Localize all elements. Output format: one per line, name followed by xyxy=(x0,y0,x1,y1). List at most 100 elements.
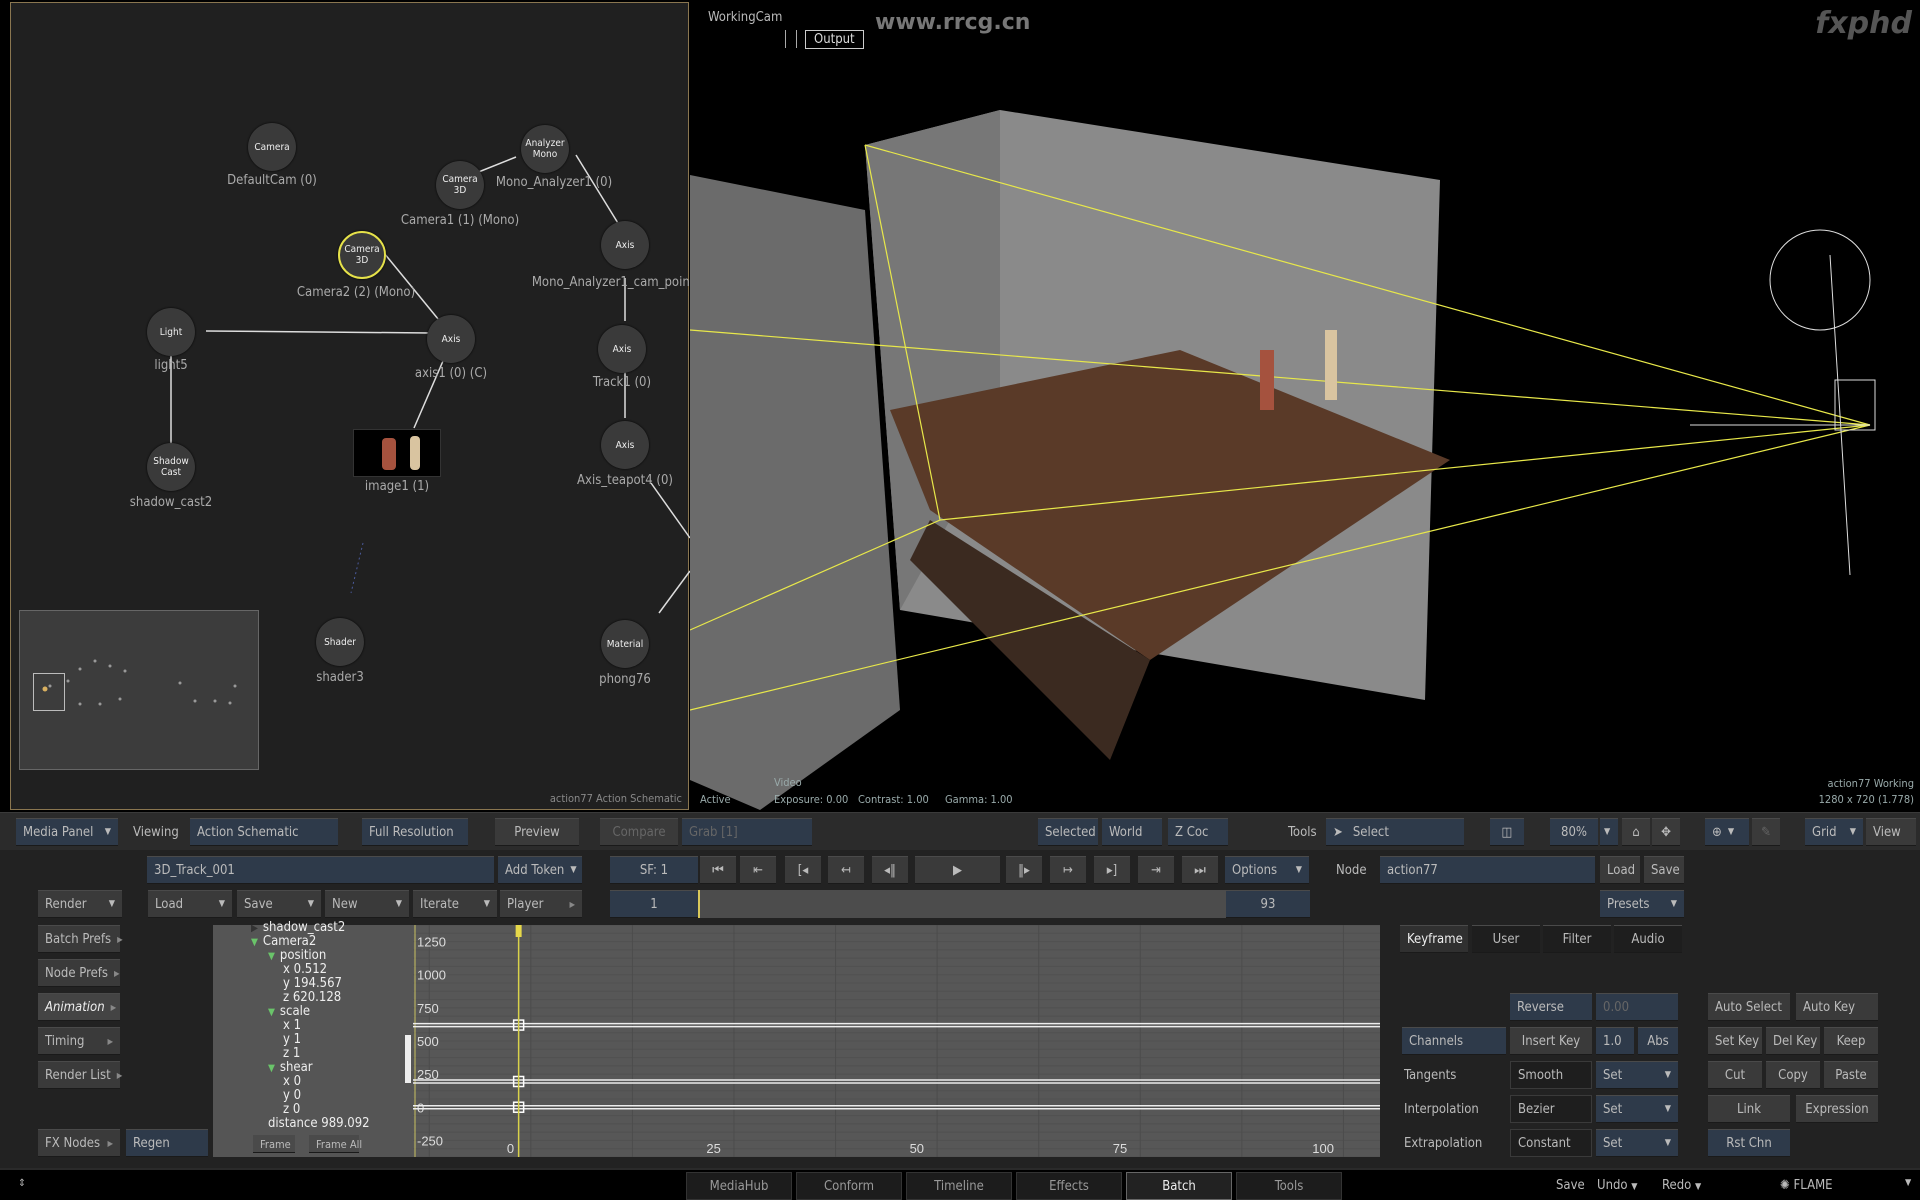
zoom-dropdown[interactable]: ▼ xyxy=(1600,818,1618,846)
app-menu-dropdown[interactable]: ▼ xyxy=(1905,1178,1911,1188)
schematic-node-track1[interactable]: Axis xyxy=(598,325,646,373)
next-key-button[interactable]: ⇥ xyxy=(1138,856,1174,884)
tab-timeline[interactable]: Timeline xyxy=(906,1172,1012,1200)
world-button[interactable]: World xyxy=(1102,818,1162,846)
goto-in-button[interactable]: [◂ xyxy=(785,856,821,884)
schematic-node-defaultcam[interactable]: Camera xyxy=(248,123,296,171)
view-button[interactable]: View xyxy=(1866,818,1916,846)
save-dropdown[interactable]: Save xyxy=(237,890,321,918)
render-dropdown[interactable]: Render xyxy=(38,890,122,918)
expression-button[interactable]: Expression xyxy=(1796,1095,1878,1123)
gizmo-dropdown[interactable]: ⊕ ▼ xyxy=(1705,818,1749,846)
full-resolution-button[interactable]: Full Resolution xyxy=(362,818,468,846)
schematic-node-camera2[interactable]: Camera 3D xyxy=(338,231,386,279)
collapse-handle-icon[interactable]: ⇕ xyxy=(18,1178,26,1189)
tab-tools[interactable]: Tools xyxy=(1236,1172,1342,1200)
schematic-node-axis-campoint[interactable]: Axis xyxy=(601,221,649,269)
channels-button[interactable]: Channels xyxy=(1402,1027,1506,1055)
grab-button[interactable]: Grab [1] xyxy=(682,818,812,846)
abs-button[interactable]: Abs xyxy=(1638,1027,1678,1055)
set-key-button[interactable]: Set Key xyxy=(1708,1027,1762,1055)
new-dropdown[interactable]: New xyxy=(325,890,409,918)
frame-scrubber[interactable] xyxy=(698,890,1226,918)
step-back-button[interactable]: ◂‖ xyxy=(872,856,908,884)
start-frame-sf-field[interactable]: SF: 1 xyxy=(610,856,698,884)
compare-button[interactable]: Compare xyxy=(600,818,678,846)
redo-button[interactable]: Redo ▼ xyxy=(1662,1178,1701,1193)
keep-button[interactable]: Keep xyxy=(1824,1027,1878,1055)
reset-channel-button[interactable]: Rst Chn xyxy=(1708,1129,1790,1157)
playhead[interactable] xyxy=(698,890,700,918)
schematic-node-shader3[interactable]: Shader xyxy=(316,618,364,666)
schematic-node-shadow-cast[interactable]: Shadow Cast xyxy=(147,443,195,491)
channel-tree-item[interactable]: x 0 xyxy=(283,1075,301,1089)
render-list-button[interactable]: Render List xyxy=(38,1061,120,1089)
preview-button[interactable]: Preview xyxy=(495,818,579,846)
channel-tree-item[interactable]: distance 989.092 xyxy=(268,1117,370,1131)
tab-user[interactable]: User xyxy=(1472,925,1540,953)
extrapolation-value[interactable]: Constant xyxy=(1510,1129,1592,1157)
node-name-field[interactable]: action77 xyxy=(1380,856,1595,884)
schematic-minimap[interactable] xyxy=(19,610,259,770)
home-button[interactable]: ⌂ xyxy=(1622,818,1650,846)
batch-prefs-button[interactable]: Batch Prefs xyxy=(38,925,120,953)
fx-nodes-button[interactable]: FX Nodes xyxy=(38,1129,120,1157)
extrapolation-set-dropdown[interactable]: Set xyxy=(1596,1129,1678,1157)
channel-tree-item[interactable]: z 620.128 xyxy=(283,991,341,1005)
node-save-button[interactable]: Save xyxy=(1644,856,1684,884)
output-button[interactable]: Output xyxy=(805,30,864,49)
undo-button[interactable]: Undo ▼ xyxy=(1597,1178,1638,1193)
tab-filter[interactable]: Filter xyxy=(1543,925,1611,953)
cut-button[interactable]: Cut xyxy=(1708,1061,1762,1089)
next-mark-button[interactable]: ↦ xyxy=(1050,856,1086,884)
expand-down-icon[interactable]: ▼ xyxy=(268,1007,275,1018)
fit-view-button[interactable]: ✥ xyxy=(1652,818,1680,846)
prev-mark-button[interactable]: ↤ xyxy=(828,856,864,884)
tab-batch[interactable]: Batch xyxy=(1126,1172,1232,1200)
reverse-button[interactable]: Reverse xyxy=(1510,993,1592,1021)
copy-button[interactable]: Copy xyxy=(1766,1061,1820,1089)
channel-tree-item[interactable]: x 1 xyxy=(283,1019,301,1033)
insert-step-field[interactable]: 1.0 xyxy=(1596,1027,1634,1055)
tangents-value[interactable]: Smooth xyxy=(1510,1061,1592,1089)
expand-down-icon[interactable]: ▼ xyxy=(268,1063,275,1074)
play-button[interactable]: ▶ xyxy=(915,856,1000,884)
paste-button[interactable]: Paste xyxy=(1824,1061,1878,1089)
grid-dropdown[interactable]: Grid xyxy=(1805,818,1863,846)
timing-button[interactable]: Timing xyxy=(38,1027,120,1055)
split-view-button[interactable]: ◫ xyxy=(1490,818,1524,846)
channel-tree-item[interactable]: x 0.512 xyxy=(283,963,327,977)
load-dropdown[interactable]: Load xyxy=(148,890,232,918)
tab-conform[interactable]: Conform xyxy=(796,1172,902,1200)
presets-dropdown[interactable]: Presets xyxy=(1600,890,1684,918)
channel-tree-scrollbar[interactable] xyxy=(405,1035,411,1083)
node-load-button[interactable]: Load xyxy=(1600,856,1640,884)
options-dropdown[interactable]: Options xyxy=(1225,856,1309,884)
viewing-select[interactable]: Action Schematic xyxy=(190,818,338,846)
goto-out-button[interactable]: ▸] xyxy=(1094,856,1130,884)
expand-down-icon[interactable]: ▼ xyxy=(268,951,275,962)
media-panel-dropdown[interactable]: Media Panel xyxy=(16,818,118,846)
step-forward-button[interactable]: ‖▸ xyxy=(1006,856,1042,884)
tab-keyframe[interactable]: Keyframe xyxy=(1400,925,1468,953)
schematic-node-camera1[interactable]: Camera 3D xyxy=(436,161,484,209)
interpolation-set-dropdown[interactable]: Set xyxy=(1596,1095,1678,1123)
link-button[interactable]: Link xyxy=(1708,1095,1790,1123)
schematic-node-axis1[interactable]: Axis xyxy=(427,315,475,363)
channel-tree-item[interactable]: z 0 xyxy=(283,1103,300,1117)
reverse-value-field[interactable]: 0.00 xyxy=(1596,993,1678,1021)
frame-button[interactable]: Frame xyxy=(253,1135,295,1153)
eyedropper-button[interactable]: ✎ xyxy=(1752,818,1780,846)
node-prefs-button[interactable]: Node Prefs xyxy=(38,959,120,987)
tab-effects[interactable]: Effects xyxy=(1016,1172,1122,1200)
channel-tree-item[interactable]: z 1 xyxy=(283,1047,300,1061)
selected-button[interactable]: Selected xyxy=(1038,818,1098,846)
channel-tree-item[interactable]: y 0 xyxy=(283,1089,301,1103)
batch-name-field[interactable]: 3D_Track_001 xyxy=(147,856,494,884)
curve-editor-graph[interactable]: 1250 1000 750 500 250 0 -250 0 25 50 75 100 xyxy=(413,925,1380,1157)
save-button[interactable]: Save xyxy=(1556,1178,1585,1193)
channel-tree[interactable]: ▶ shadow_cast2 ▼ Camera2 ▼ position x 0.512 y 1… xyxy=(213,921,413,1157)
del-key-button[interactable]: Del Key xyxy=(1766,1027,1820,1055)
3d-viewport[interactable]: WorkingCam Output www.rrcg.cn fxphd Acti… xyxy=(690,0,1920,810)
schematic-node-axis-teapot[interactable]: Axis xyxy=(601,421,649,469)
